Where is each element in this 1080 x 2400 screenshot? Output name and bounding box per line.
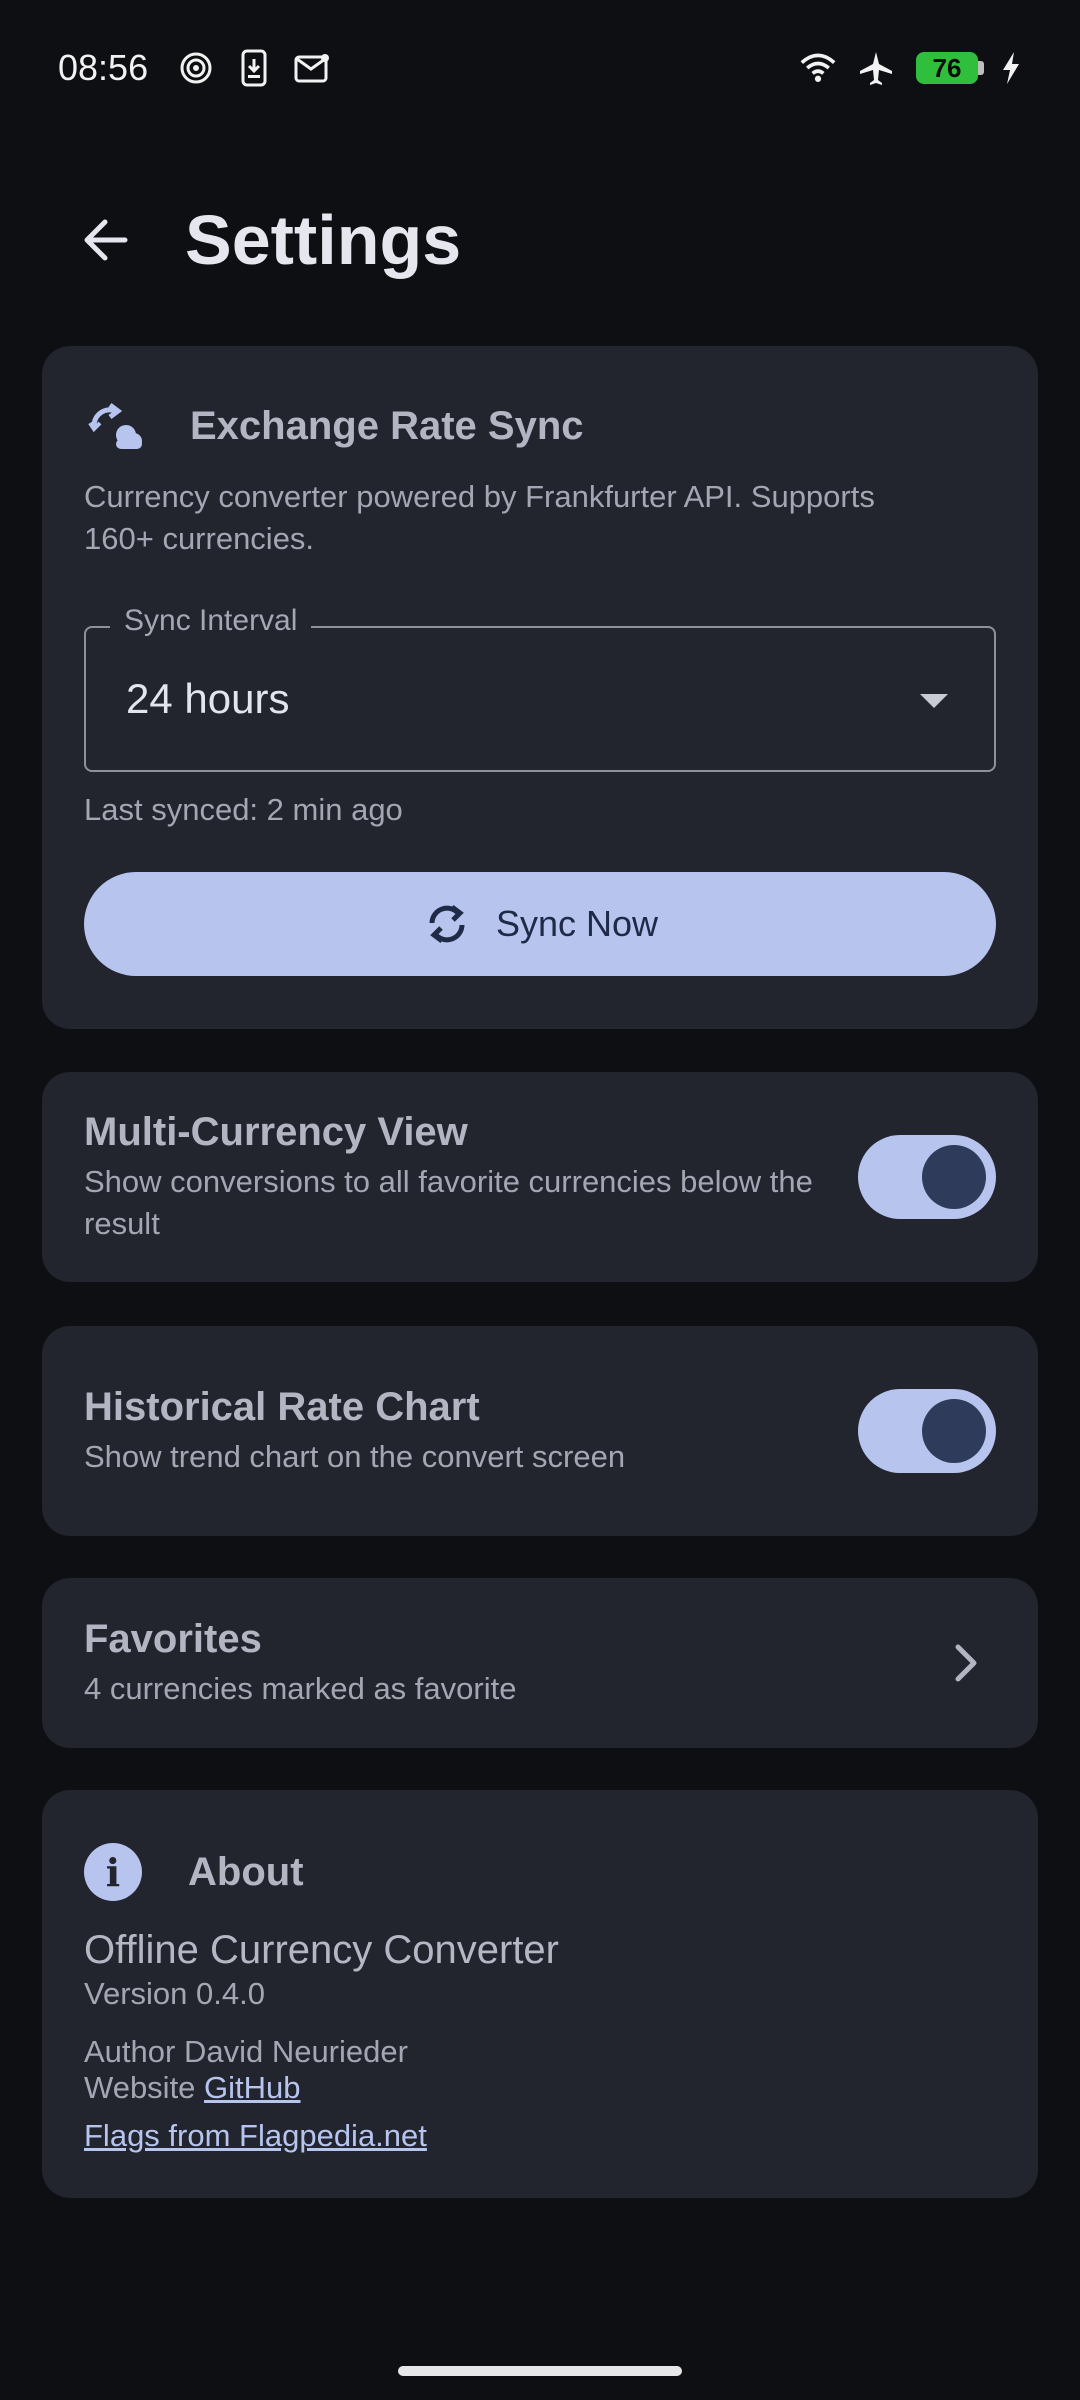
app-name: Offline Currency Converter: [84, 1928, 559, 1972]
sync-interval-value: 24 hours: [126, 675, 290, 722]
last-synced-text: Last synced: 2 min ago: [84, 792, 403, 827]
status-right: 76: [800, 50, 1022, 86]
about-header: i About: [84, 1832, 304, 1912]
sync-card-title: Exchange Rate Sync: [190, 403, 584, 448]
multi-currency-toggle[interactable]: [858, 1135, 996, 1219]
historical-chart-text: Historical Rate Chart Show trend chart o…: [84, 1385, 828, 1478]
sync-icon: [429, 905, 465, 943]
chevron-right-icon: [936, 1633, 996, 1693]
historical-chart-title: Historical Rate Chart: [84, 1384, 480, 1429]
app-version: Version 0.4.0: [84, 1976, 265, 2011]
currency-sync-icon: [84, 394, 148, 458]
status-left: 08:56: [58, 47, 330, 89]
sync-description: Currency converter powered by Frankfurte…: [84, 479, 875, 556]
status-bar: 08:56 76: [58, 40, 1022, 96]
battery-indicator: 76: [916, 52, 984, 84]
favorites-text: Favorites 4 currencies marked as favorit…: [84, 1617, 936, 1710]
sync-interval-label: Sync Interval: [110, 604, 312, 638]
favorites-card[interactable]: Favorites 4 currencies marked as favorit…: [42, 1578, 1038, 1748]
historical-chart-toggle[interactable]: [858, 1389, 996, 1473]
app-bar: Settings: [0, 190, 1080, 290]
toggle-knob: [922, 1145, 986, 1209]
multi-currency-title: Multi-Currency View: [84, 1109, 468, 1154]
dropdown-arrow-icon: [920, 694, 948, 708]
website-prefix: Website: [84, 2070, 196, 2105]
mail-icon: [294, 50, 330, 86]
sync-now-button[interactable]: Sync Now: [84, 872, 996, 976]
wifi-icon: [800, 50, 836, 86]
back-button[interactable]: [55, 190, 155, 290]
exchange-rate-sync-card: Exchange Rate Sync Currency converter po…: [42, 346, 1038, 1029]
sync-card-header: Exchange Rate Sync: [84, 394, 584, 458]
favorites-title: Favorites: [84, 1616, 262, 1661]
toggle-knob: [922, 1399, 986, 1463]
page-title: Settings: [185, 201, 462, 279]
multi-currency-card: Multi-Currency View Show conversions to …: [42, 1072, 1038, 1282]
settings-screen: 08:56 76 Settings Exchange Rate Sync Cur…: [0, 0, 1080, 2400]
multi-currency-subtitle: Show conversions to all favorite currenc…: [84, 1163, 813, 1241]
historical-chart-subtitle: Show trend chart on the convert screen: [84, 1438, 626, 1474]
about-title: About: [188, 1849, 304, 1894]
status-time: 08:56: [58, 47, 149, 88]
historical-chart-card: Historical Rate Chart Show trend chart o…: [42, 1326, 1038, 1536]
multi-currency-text: Multi-Currency View Show conversions to …: [84, 1110, 828, 1245]
battery-level: 76: [932, 52, 962, 83]
phone-download-icon: [236, 49, 272, 87]
about-card: i About Offline Currency Converter Versi…: [42, 1790, 1038, 2198]
airplane-icon: [858, 50, 894, 86]
info-icon: i: [84, 1843, 142, 1901]
website-row: Website GitHub: [84, 2070, 301, 2106]
author-text: Author David Neurieder: [84, 2034, 408, 2069]
sync-interval-dropdown[interactable]: Sync Interval 24 hours: [84, 604, 996, 772]
charging-icon: [1000, 50, 1022, 86]
favorites-subtitle: 4 currencies marked as favorite: [84, 1670, 517, 1706]
sync-now-label: Sync Now: [495, 903, 659, 944]
github-link[interactable]: GitHub: [204, 2070, 300, 2105]
target-icon: [178, 50, 214, 86]
arrow-left-icon: [84, 219, 128, 261]
flagpedia-link[interactable]: Flags from Flagpedia.net: [84, 2118, 427, 2154]
gesture-bar[interactable]: [398, 2366, 682, 2376]
